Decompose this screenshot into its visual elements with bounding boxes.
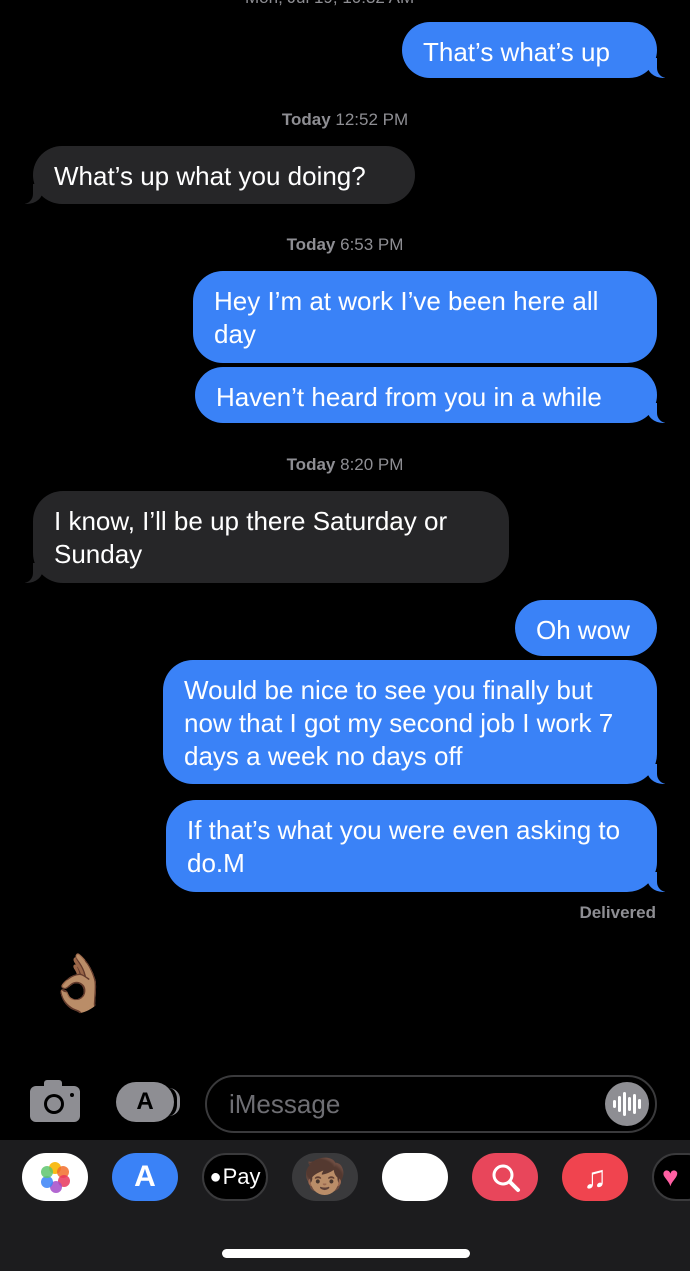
delivered-status: Delivered	[579, 903, 656, 922]
message-text: Would be nice to see you finally but now…	[184, 675, 614, 771]
compose-bar: A	[0, 1062, 690, 1140]
message-text: What’s up what you doing?	[54, 161, 366, 191]
sent-message[interactable]: If that’s what you were even asking to d…	[166, 800, 671, 892]
memoji-stickers-icon[interactable]: 🧒🏽	[292, 1153, 358, 1201]
camera-icon[interactable]	[30, 1080, 80, 1122]
message-input[interactable]	[227, 1085, 601, 1123]
timestamp: Today 6:53 PM	[286, 235, 404, 254]
message-thread: Mon, Jul 19, 10:32 AM That’s what’s up T…	[0, 0, 690, 1060]
ok-hand-emoji[interactable]: 👌🏽	[44, 950, 114, 1016]
sent-message[interactable]: Would be nice to see you finally but now…	[163, 660, 671, 784]
app-store-app-icon[interactable]: A	[112, 1153, 178, 1201]
animoji-icon[interactable]: 😍	[382, 1153, 448, 1201]
home-indicator[interactable]	[222, 1249, 470, 1258]
message-field[interactable]	[205, 1075, 657, 1133]
sent-message[interactable]: That’s what’s up	[402, 22, 671, 78]
digital-touch-icon[interactable]: ♥	[652, 1153, 690, 1201]
message-text: If that’s what you were even asking to d…	[187, 815, 621, 878]
message-text: Haven’t heard from you in a while	[216, 382, 602, 412]
message-text: I know, I’ll be up there Saturday or Sun…	[54, 506, 448, 569]
app-store-icon[interactable]: A	[116, 1082, 180, 1122]
apple-pay-icon[interactable]: ● Pay	[202, 1153, 268, 1201]
timestamp: Today 12:52 PM	[281, 110, 409, 129]
received-message[interactable]: I know, I’ll be up there Saturday or Sun…	[19, 491, 509, 583]
timestamp: Today 8:20 PM	[286, 455, 404, 474]
cut-timestamp: Mon, Jul 19, 10:32 AM	[245, 0, 414, 8]
sent-message[interactable]: Haven’t heard from you in a while	[195, 367, 671, 423]
photos-app-icon[interactable]	[22, 1153, 88, 1201]
apple-icon: ●	[209, 1165, 222, 1188]
sent-message[interactable]: Oh wow	[515, 600, 657, 656]
message-text: Hey I’m at work I’ve been here all day	[214, 286, 599, 349]
message-text: That’s what’s up	[423, 37, 610, 67]
app-drawer: A ● Pay 🧒🏽 😍 ♫ ♥	[0, 1140, 690, 1271]
sent-message[interactable]: Hey I’m at work I’ve been here all day	[193, 271, 657, 363]
message-text: Oh wow	[536, 615, 630, 645]
music-app-icon[interactable]: ♫	[562, 1153, 628, 1201]
audio-message-icon[interactable]	[605, 1082, 649, 1126]
received-message[interactable]: What’s up what you doing?	[19, 146, 415, 204]
web-images-icon[interactable]	[472, 1153, 538, 1201]
